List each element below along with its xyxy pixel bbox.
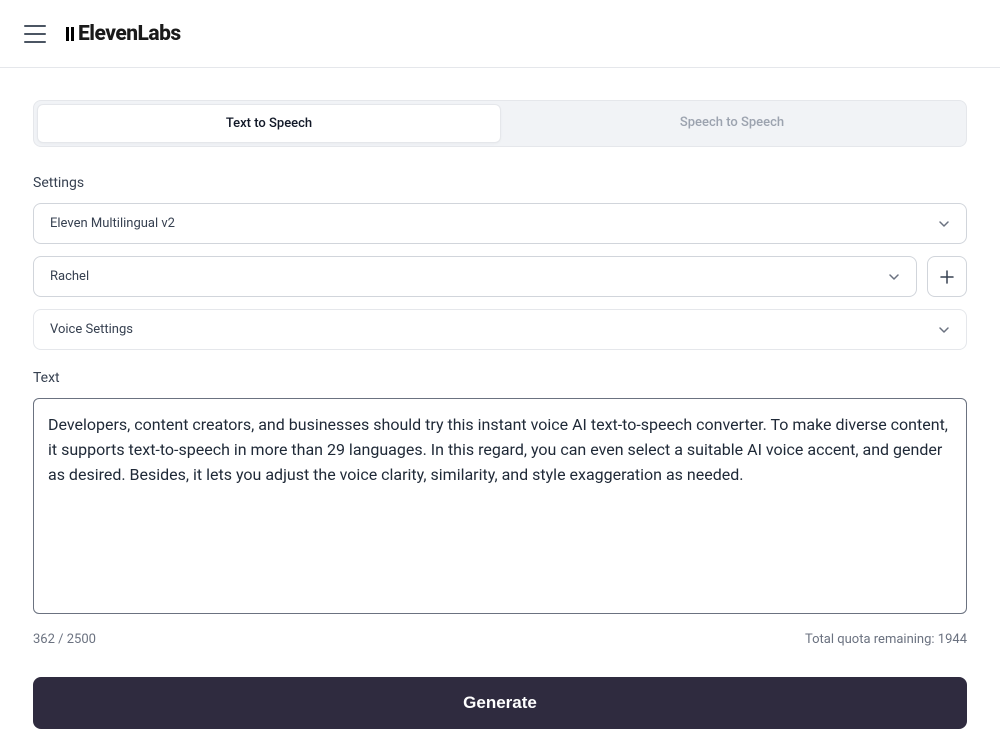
- main-content: Text to Speech Speech to Speech Settings…: [0, 68, 1000, 729]
- hamburger-menu-icon[interactable]: [24, 25, 46, 43]
- text-label: Text: [33, 370, 967, 386]
- tab-label: Speech to Speech: [680, 115, 784, 130]
- elevenlabs-logo: ElevenLabs: [66, 22, 181, 46]
- text-input[interactable]: [33, 398, 967, 614]
- text-footer: 362 / 2500 Total quota remaining: 1944: [33, 632, 967, 647]
- voice-value: Rachel: [50, 269, 89, 284]
- add-voice-button[interactable]: [927, 256, 967, 297]
- app-header: ElevenLabs: [0, 0, 1000, 68]
- mode-tabs: Text to Speech Speech to Speech: [33, 100, 967, 147]
- chevron-down-icon: [938, 218, 950, 230]
- tab-label: Text to Speech: [226, 116, 312, 131]
- plus-icon: [939, 269, 955, 285]
- generate-label: Generate: [463, 693, 537, 712]
- logo-bars-icon: [66, 27, 76, 41]
- generate-button[interactable]: Generate: [33, 677, 967, 729]
- char-counter: 362 / 2500: [33, 632, 96, 647]
- tab-text-to-speech[interactable]: Text to Speech: [37, 104, 501, 143]
- voice-select[interactable]: Rachel: [33, 256, 917, 297]
- logo-text: ElevenLabs: [78, 22, 181, 46]
- voice-settings-select[interactable]: Voice Settings: [33, 309, 967, 350]
- model-select[interactable]: Eleven Multilingual v2: [33, 203, 967, 244]
- tab-speech-to-speech[interactable]: Speech to Speech: [501, 104, 963, 143]
- chevron-down-icon: [888, 271, 900, 283]
- model-value: Eleven Multilingual v2: [50, 216, 175, 231]
- voice-settings-value: Voice Settings: [50, 322, 133, 337]
- settings-label: Settings: [33, 175, 967, 191]
- quota-remaining: Total quota remaining: 1944: [805, 632, 967, 647]
- chevron-down-icon: [938, 324, 950, 336]
